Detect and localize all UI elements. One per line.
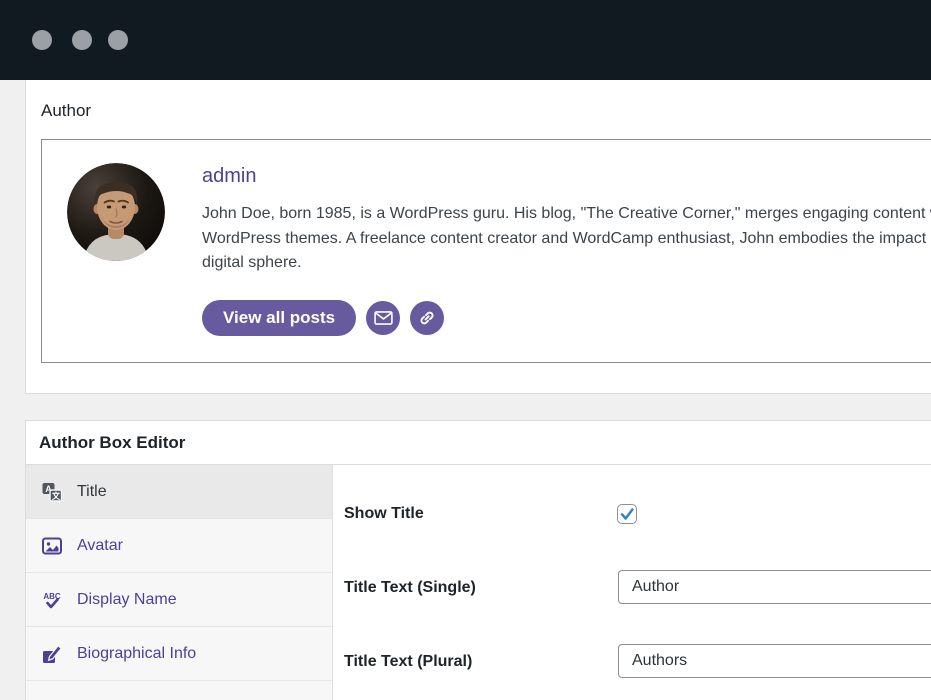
sidebar-item-label: Biographical Info bbox=[77, 645, 196, 663]
sidebar-item-biographical-info[interactable]: Biographical Info bbox=[26, 627, 332, 681]
envelope-icon bbox=[374, 311, 393, 325]
editor-header: Author Box Editor bbox=[26, 421, 931, 465]
view-all-posts-button[interactable]: View all posts bbox=[202, 300, 356, 336]
title-text-plural-input[interactable] bbox=[618, 644, 931, 678]
website-button[interactable] bbox=[410, 301, 444, 335]
author-preview-section: Author bbox=[25, 80, 931, 394]
author-box-preview: admin John Doe, born 1985, is a WordPres… bbox=[41, 139, 931, 363]
title-text-single-label: Title Text (Single) bbox=[344, 579, 476, 597]
editor-sidebar: A Title bbox=[26, 465, 333, 700]
author-actions: View all posts bbox=[202, 300, 444, 336]
bio-line-1: John Doe, born 1985, is a WordPress guru… bbox=[202, 202, 931, 227]
title-text-single-input[interactable] bbox=[618, 570, 931, 604]
author-avatar bbox=[67, 163, 165, 261]
window-control-dot-2[interactable] bbox=[72, 30, 92, 50]
sidebar-item-title[interactable]: A Title bbox=[26, 465, 332, 519]
email-button[interactable] bbox=[366, 301, 400, 335]
title-text-plural-label: Title Text (Plural) bbox=[344, 653, 472, 671]
check-icon bbox=[618, 505, 636, 523]
show-title-label: Show Title bbox=[344, 505, 424, 523]
sidebar-item-label: Title bbox=[77, 483, 107, 501]
author-section-title: Author bbox=[41, 101, 91, 121]
author-box-editor-panel: Author Box Editor A bbox=[25, 420, 931, 700]
portrait-photo bbox=[67, 163, 165, 261]
sidebar-item-label: Display Name bbox=[77, 591, 177, 609]
window-control-dot-1[interactable] bbox=[32, 30, 52, 50]
spellcheck-icon: ABC bbox=[42, 590, 62, 610]
translation-icon: A bbox=[42, 482, 62, 502]
bio-line-3: digital sphere. bbox=[202, 251, 931, 276]
author-name-link[interactable]: admin bbox=[202, 165, 256, 188]
sidebar-item-partial[interactable] bbox=[26, 681, 332, 700]
editor-title: Author Box Editor bbox=[39, 433, 185, 453]
edit-pencil-icon bbox=[42, 644, 62, 664]
author-bio: John Doe, born 1985, is a WordPress guru… bbox=[202, 202, 931, 276]
screenshot-stage: Author bbox=[0, 0, 931, 700]
window-titlebar bbox=[0, 0, 931, 80]
bio-line-2: WordPress themes. A freelance content cr… bbox=[202, 227, 931, 252]
sidebar-item-label: Avatar bbox=[77, 537, 123, 555]
window-control-dot-3[interactable] bbox=[108, 30, 128, 50]
show-title-checkbox[interactable] bbox=[617, 504, 637, 524]
sidebar-item-avatar[interactable]: Avatar bbox=[26, 519, 332, 573]
chain-link-icon bbox=[417, 308, 437, 328]
sidebar-item-display-name[interactable]: ABC Display Name bbox=[26, 573, 332, 627]
image-icon bbox=[42, 536, 62, 556]
